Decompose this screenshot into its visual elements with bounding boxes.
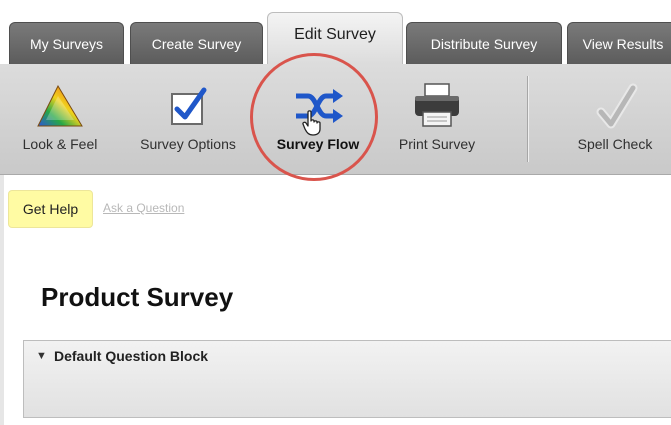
- block-title: Default Question Block: [54, 348, 209, 364]
- toolbar-divider: [527, 76, 528, 162]
- get-help-button[interactable]: Get Help: [8, 190, 93, 228]
- survey-options-label: Survey Options: [140, 136, 236, 152]
- tab-my-surveys[interactable]: My Surveys: [9, 22, 124, 64]
- print-survey-button[interactable]: Print Survey: [382, 64, 492, 174]
- hand-cursor-icon: [302, 110, 324, 141]
- survey-options-button[interactable]: Survey Options: [124, 64, 252, 174]
- tab-bar: My Surveys Create Survey Edit Survey Dis…: [0, 0, 671, 64]
- look-and-feel-label: Look & Feel: [22, 136, 98, 152]
- tab-create-survey[interactable]: Create Survey: [130, 22, 263, 64]
- block-collapse-toggle[interactable]: ▼: [36, 350, 47, 362]
- survey-title: Product Survey: [41, 282, 234, 312]
- checkbox-icon: [160, 82, 216, 130]
- spell-check-label: Spell Check: [577, 136, 653, 152]
- tab-distribute-survey[interactable]: Distribute Survey: [406, 22, 562, 64]
- checkmark-icon: [587, 82, 643, 130]
- spell-check-button[interactable]: Spell Check: [560, 64, 670, 174]
- help-row: Get Help Ask a Question: [0, 190, 671, 230]
- ask-a-question-link[interactable]: Ask a Question: [103, 201, 184, 215]
- look-and-feel-button[interactable]: Look & Feel: [12, 64, 108, 174]
- tab-view-results[interactable]: View Results: [567, 22, 671, 64]
- rainbow-triangle-icon: [32, 82, 88, 130]
- printer-icon: [409, 82, 465, 130]
- print-survey-label: Print Survey: [398, 136, 476, 152]
- question-block: ▼ Default Question Block: [23, 340, 671, 418]
